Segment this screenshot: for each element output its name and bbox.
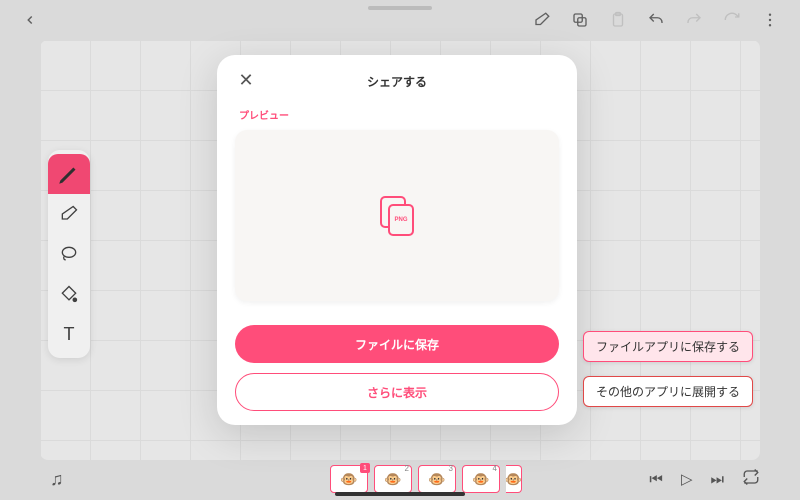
frame-active-badge: 1	[360, 463, 370, 473]
frame-5-partial[interactable]: 🐵	[506, 465, 522, 493]
frame-number: 2	[405, 464, 409, 473]
loop-button[interactable]	[742, 468, 760, 490]
prev-frame-button[interactable]: ⏮	[649, 471, 663, 488]
frame-4[interactable]: 🐵 4	[462, 465, 500, 493]
modal-title: シェアする	[367, 73, 427, 90]
close-button[interactable]: ✕	[235, 69, 257, 91]
frame-thumbnail: 🐵	[340, 471, 357, 488]
next-frame-button[interactable]: ⏭	[710, 471, 724, 488]
music-icon[interactable]: ♫	[50, 469, 64, 490]
home-indicator	[335, 492, 465, 496]
play-button[interactable]: ▷	[681, 470, 693, 488]
png-file-icon: PNG	[380, 196, 414, 236]
frame-1[interactable]: 🐵 1	[330, 465, 368, 493]
playback-controls: ⏮ ▷ ⏭	[649, 468, 760, 490]
frame-number: 3	[449, 464, 453, 473]
frame-thumbnail: 🐵	[506, 471, 522, 488]
frame-thumbnail: 🐵	[472, 471, 489, 488]
frame-3[interactable]: 🐵 3	[418, 465, 456, 493]
callout-save-note: ファイルアプリに保存する	[583, 331, 753, 362]
show-more-button[interactable]: さらに表示	[235, 373, 559, 411]
frame-2[interactable]: 🐵 2	[374, 465, 412, 493]
frame-thumbnail: 🐵	[428, 471, 445, 488]
share-modal: ✕ シェアする プレビュー PNG ファイルに保存 さらに表示	[217, 55, 577, 425]
save-to-files-button[interactable]: ファイルに保存	[235, 325, 559, 363]
frame-number: 4	[493, 464, 497, 473]
preview-section-label: プレビュー	[239, 107, 559, 122]
preview-card[interactable]: PNG	[235, 130, 559, 301]
callout-show-note: その他のアプリに展開する	[583, 376, 753, 407]
frames-timeline: 🐵 1 🐵 2 🐵 3 🐵 4 🐵	[330, 465, 522, 493]
frame-thumbnail: 🐵	[384, 471, 401, 488]
